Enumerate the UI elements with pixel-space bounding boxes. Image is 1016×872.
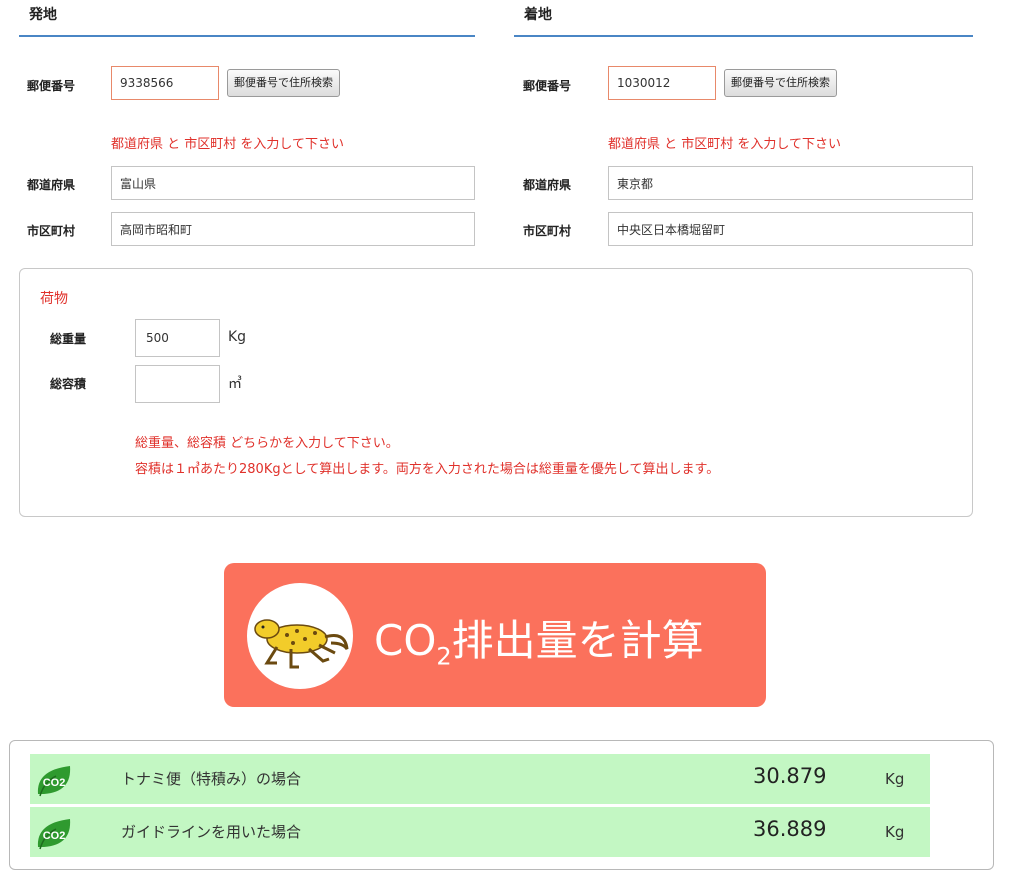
results-panel: CO2 トナミ便（特積み）の場合 30.879 Kg CO2 ガイドラインを用い…: [9, 740, 994, 870]
origin-zip-input[interactable]: [111, 66, 219, 100]
co2-leaf-icon: CO2: [37, 819, 71, 850]
cargo-title: 荷物: [40, 291, 68, 307]
destination-pref-label: 都道府県: [523, 178, 572, 192]
origin-divider: [19, 35, 475, 37]
result-row-tonami: CO2 トナミ便（特積み）の場合 30.879 Kg: [30, 754, 930, 804]
destination-zip-label: 郵便番号: [523, 79, 572, 93]
co2-leaf-text: CO2: [43, 830, 66, 842]
origin-pref-label: 都道府県: [27, 178, 76, 192]
co2-leaf-text: CO2: [43, 777, 66, 789]
origin-city-input[interactable]: [111, 212, 475, 246]
weight-label: 総重量: [50, 332, 87, 346]
co2-leaf-icon: CO2: [37, 766, 71, 797]
calculate-label-suffix: 排出量を計算: [451, 616, 704, 665]
origin-city-label: 市区町村: [27, 224, 76, 238]
weight-input[interactable]: [135, 319, 220, 357]
origin-zip-search-button[interactable]: 郵便番号で住所検索: [227, 69, 340, 97]
destination-hint: 都道府県 と 市区町村 を入力して下さい: [608, 137, 842, 152]
calculate-label-subscript: 2: [436, 642, 452, 671]
destination-zip-search-button[interactable]: 郵便番号で住所検索: [724, 69, 837, 97]
volume-input[interactable]: [135, 365, 220, 403]
cargo-note-2: 容積は１㎥あたり280Kgとして算出します。両方を入力された場合は総重量を優先し…: [135, 462, 720, 477]
cheetah-logo: [247, 583, 353, 689]
destination-city-label: 市区町村: [523, 224, 572, 238]
result-value: 30.879: [753, 764, 827, 788]
origin-hint: 都道府県 と 市区町村 を入力して下さい: [111, 137, 345, 152]
destination-city-input[interactable]: [608, 212, 973, 246]
origin-title: 発地: [29, 7, 57, 23]
cheetah-icon: [254, 619, 349, 669]
origin-zip-label: 郵便番号: [27, 79, 76, 93]
result-row-guideline: CO2 ガイドラインを用いた場合 36.889 Kg: [30, 807, 930, 857]
calculate-co2-button[interactable]: CO2排出量を計算: [224, 563, 766, 707]
calculate-label-prefix: CO: [374, 616, 437, 665]
volume-label: 総容積: [50, 377, 87, 391]
result-label: ガイドラインを用いた場合: [121, 823, 302, 841]
destination-zip-input[interactable]: [608, 66, 716, 100]
destination-divider: [514, 35, 973, 37]
calculate-label: CO2排出量を計算: [374, 607, 704, 670]
result-unit: Kg: [885, 823, 905, 841]
weight-unit: Kg: [228, 329, 247, 345]
origin-pref-input[interactable]: [111, 166, 475, 200]
result-value: 36.889: [753, 817, 827, 841]
cargo-note-1: 総重量、総容積 どちらかを入力して下さい。: [135, 436, 399, 451]
volume-unit: ㎥: [228, 376, 242, 392]
result-label: トナミ便（特積み）の場合: [121, 770, 302, 788]
destination-title: 着地: [524, 7, 552, 23]
result-unit: Kg: [885, 770, 905, 788]
destination-pref-input[interactable]: [608, 166, 973, 200]
